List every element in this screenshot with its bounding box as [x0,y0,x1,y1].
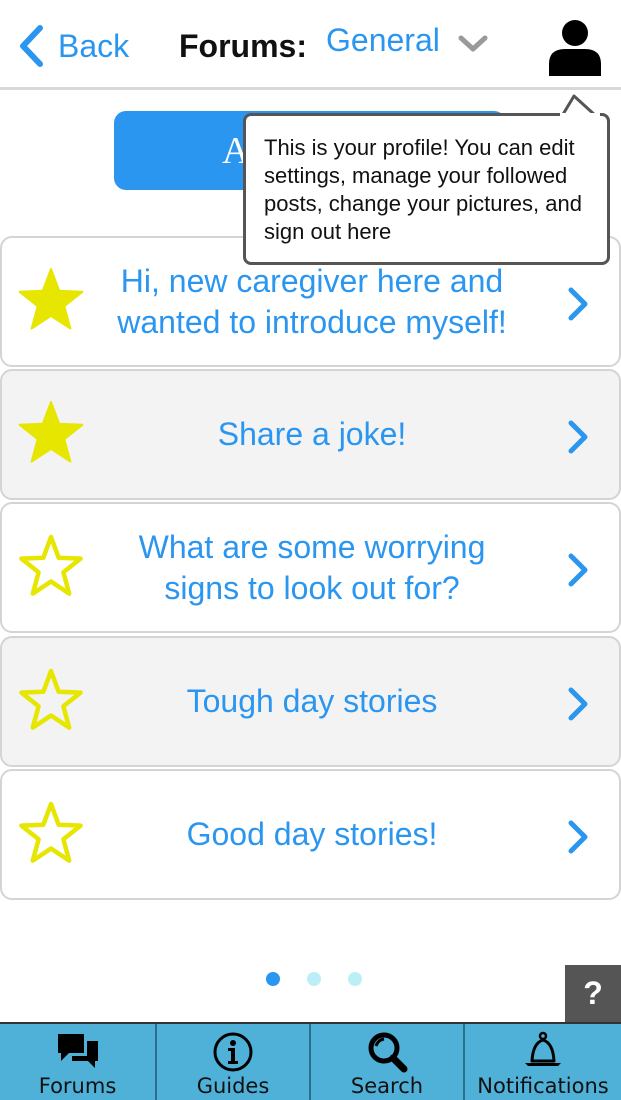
topic-row[interactable]: Good day stories! [0,769,621,900]
chevron-right-icon [565,419,591,460]
nav-forums-label: Forums [38,1074,117,1098]
help-button[interactable]: ? [565,965,621,1022]
info-icon [213,1032,253,1072]
star-filled-icon[interactable] [16,266,86,341]
topic-title: Share a joke! [217,416,407,452]
nav-forums[interactable]: Forums [0,1024,157,1100]
nav-guides-label: Guides [196,1074,270,1098]
star-outline-icon[interactable] [16,666,86,741]
page-dot[interactable] [307,972,321,986]
topic-row[interactable]: What are some worrying signs to look out… [0,502,621,633]
chat-icon [57,1034,98,1068]
bottom-nav: Forums Guides Search Notifications [0,1022,621,1100]
profile-icon[interactable] [547,18,603,76]
forum-category-dropdown[interactable]: General [326,22,488,59]
page-dot[interactable] [266,972,280,986]
chevron-right-icon [565,286,591,327]
page-dot[interactable] [348,972,362,986]
profile-tooltip-text: This is your profile! You can edit setti… [264,135,582,244]
forums-label: Forums: [179,28,307,64]
page-indicator [266,972,389,986]
chevron-down-icon [458,35,488,51]
nav-search-label: Search [350,1074,424,1098]
topic-title: What are some worrying signs to look out… [138,528,486,606]
chevron-right-icon [565,552,591,593]
topic-title: Good day stories! [186,816,438,852]
back-label: Back [58,27,130,64]
star-filled-icon[interactable] [16,399,86,474]
search-icon [368,1032,408,1073]
header-bar: Back Forums: General [0,0,621,90]
nav-search[interactable]: Search [311,1024,465,1100]
nav-guides[interactable]: Guides [157,1024,311,1100]
star-outline-icon[interactable] [16,799,86,874]
topic-row[interactable]: Tough day stories [0,636,621,767]
chevron-right-icon [565,686,591,727]
tooltip-pointer [560,94,600,118]
chevron-right-icon [565,819,591,860]
chevron-left-icon [20,25,43,67]
star-outline-icon[interactable] [16,532,86,607]
topic-title: Tough day stories [186,683,438,719]
topic-row[interactable]: Share a joke! [0,369,621,500]
help-label: ? [583,975,603,1011]
back-button[interactable]: Back [18,22,129,70]
bell-icon [525,1031,561,1066]
nav-notifications-label: Notifications [477,1074,609,1098]
nav-notifications[interactable]: Notifications [465,1024,621,1100]
profile-tooltip: This is your profile! You can edit setti… [243,113,610,265]
forum-category-value: General [326,22,440,58]
